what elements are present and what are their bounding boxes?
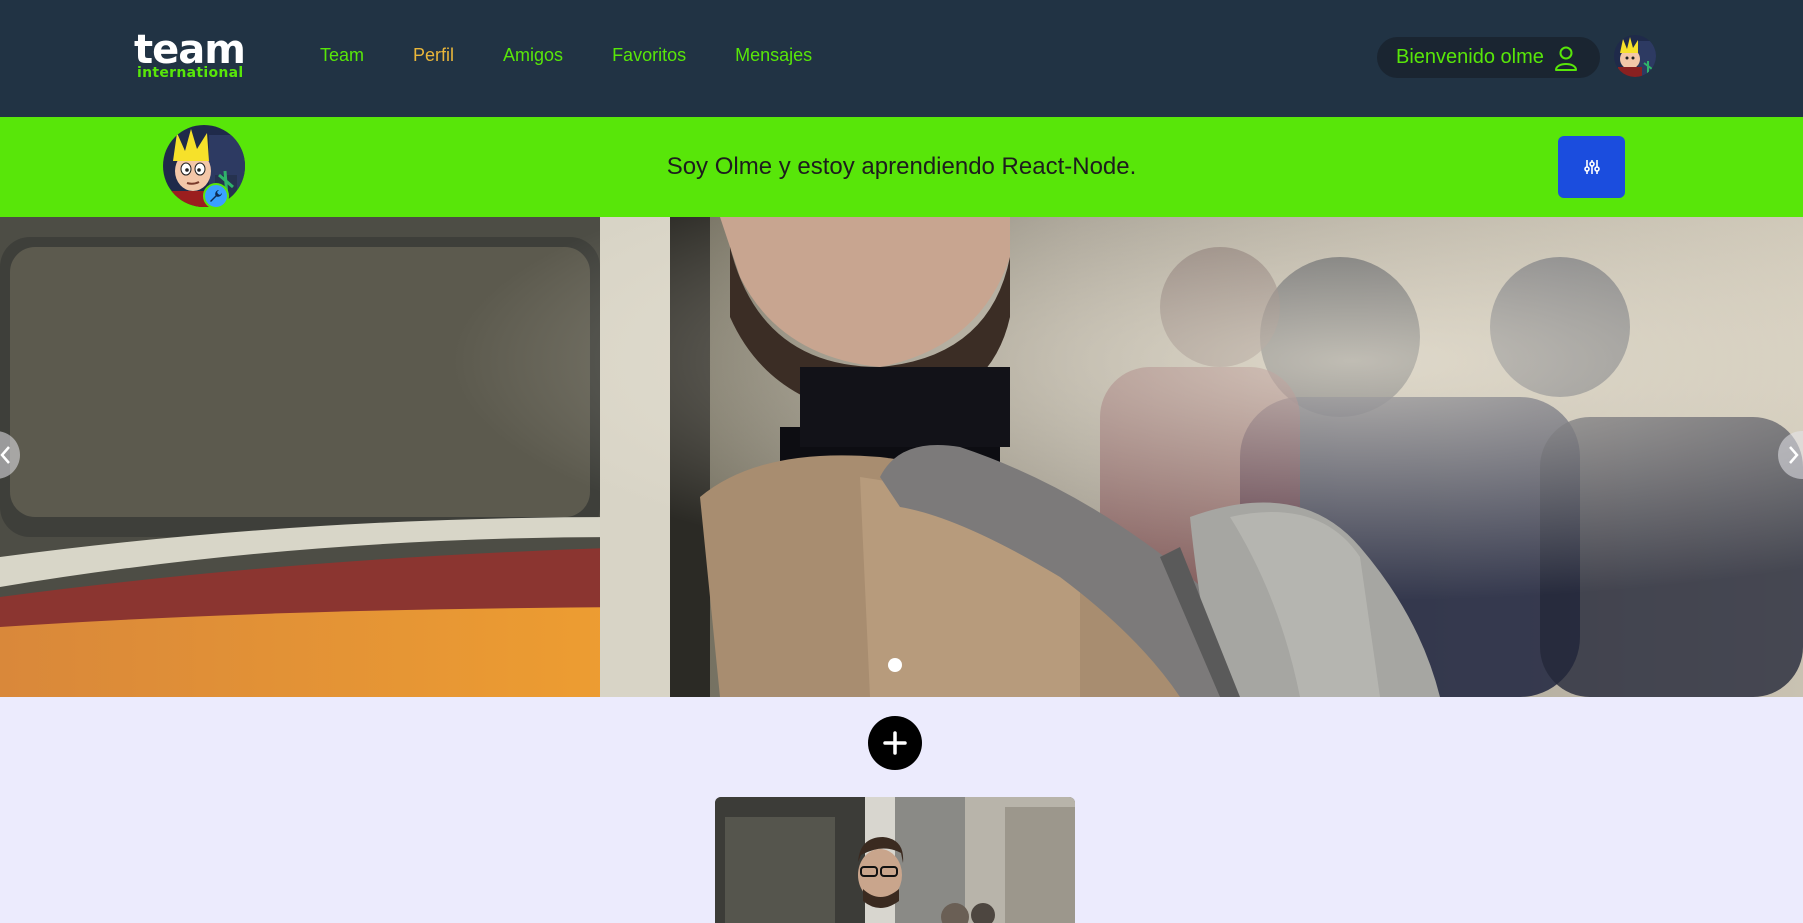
nav-avatar[interactable] bbox=[1614, 35, 1656, 77]
nav-link-mensajes[interactable]: Mensajes bbox=[735, 45, 812, 66]
welcome-user-button[interactable]: Bienvenido olme bbox=[1377, 37, 1600, 78]
post-card[interactable] bbox=[715, 797, 1075, 923]
plus-icon bbox=[883, 731, 907, 755]
profile-avatar[interactable] bbox=[163, 125, 245, 209]
main-nav: Team Perfil Amigos Favoritos Mensajes bbox=[320, 45, 861, 66]
nav-link-amigos[interactable]: Amigos bbox=[503, 45, 563, 66]
post-card-image bbox=[715, 797, 1075, 923]
avatar-image bbox=[1614, 35, 1656, 77]
carousel-indicator-dot[interactable] bbox=[888, 658, 902, 672]
logo-sub-text: international bbox=[137, 65, 244, 81]
user-icon bbox=[1554, 46, 1577, 71]
hero-slide-image bbox=[0, 217, 1803, 697]
welcome-label: Bienvenido olme bbox=[1396, 46, 1544, 68]
team-international-logo[interactable]: team international bbox=[134, 27, 256, 81]
nav-link-team[interactable]: Team bbox=[320, 45, 364, 66]
profile-settings-button[interactable] bbox=[1558, 136, 1625, 198]
chevron-left-icon bbox=[0, 446, 10, 464]
add-post-button[interactable] bbox=[868, 716, 922, 770]
logo-main-text: team bbox=[134, 27, 246, 73]
wrench-icon bbox=[203, 183, 229, 209]
profile-bio: Soy Olme y estoy aprendiendo React-Node. bbox=[666, 153, 1137, 180]
sliders-icon bbox=[1583, 160, 1600, 174]
chevron-right-icon bbox=[1789, 446, 1799, 464]
nav-link-favoritos[interactable]: Favoritos bbox=[612, 45, 686, 66]
hero-carousel bbox=[0, 217, 1803, 697]
navbar: team international Team Perfil Amigos Fa… bbox=[0, 0, 1803, 117]
profile-banner: Soy Olme y estoy aprendiendo React-Node. bbox=[0, 117, 1803, 217]
nav-link-perfil[interactable]: Perfil bbox=[413, 45, 454, 66]
